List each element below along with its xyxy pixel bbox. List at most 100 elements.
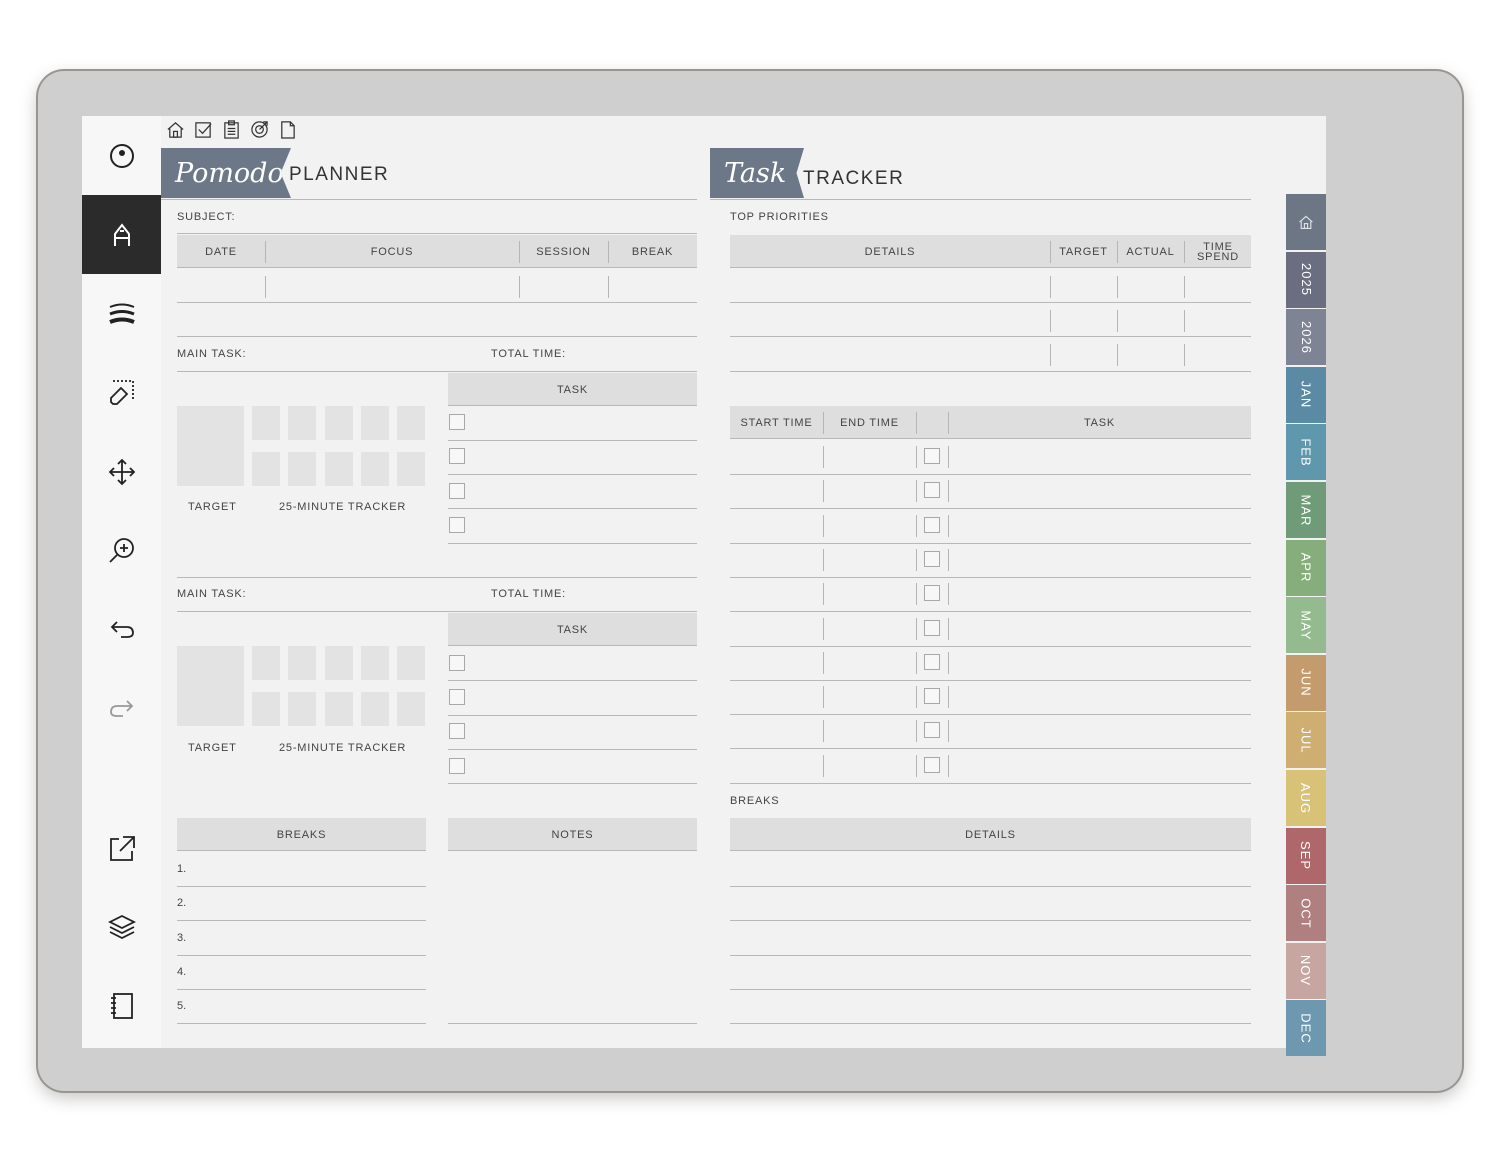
list-item[interactable] [730, 886, 1251, 887]
redo-icon[interactable] [82, 669, 161, 748]
list-item[interactable] [177, 955, 426, 956]
tracker-cell[interactable] [252, 646, 280, 680]
task-checkbox[interactable] [449, 655, 465, 671]
undo-icon[interactable] [82, 590, 161, 669]
list-item[interactable] [448, 680, 697, 681]
table-row[interactable] [730, 542, 1251, 544]
task-checkbox[interactable] [449, 483, 465, 499]
stroke-width-icon[interactable] [82, 274, 161, 353]
task-checkbox[interactable] [924, 619, 940, 636]
tracker-cell[interactable] [397, 646, 425, 680]
tab-oct[interactable]: OCT [1286, 885, 1326, 942]
target-box[interactable] [177, 406, 244, 486]
notes-area[interactable] [448, 1023, 697, 1024]
tab-nov[interactable]: NOV [1286, 942, 1326, 999]
table-row[interactable] [730, 782, 1251, 784]
tracker-cell[interactable] [397, 692, 425, 726]
clipboard-icon[interactable] [222, 120, 241, 139]
list-item[interactable] [730, 955, 1251, 956]
tracker-cell[interactable] [325, 646, 353, 680]
task-checkbox[interactable] [449, 448, 465, 464]
pen-icon[interactable] [82, 195, 161, 274]
tracker-cell[interactable] [361, 406, 389, 440]
task-checkbox[interactable] [924, 653, 940, 670]
tracker-cell[interactable] [288, 646, 316, 680]
list-item[interactable] [448, 508, 697, 509]
list-item[interactable] [177, 1023, 426, 1024]
tab-2025[interactable]: 2025 [1286, 251, 1326, 308]
task-checkbox[interactable] [924, 516, 940, 533]
task-checkbox[interactable] [449, 689, 465, 705]
task-checkbox[interactable] [924, 482, 940, 499]
tab-sep[interactable]: SEP [1286, 827, 1326, 884]
task-checkbox[interactable] [924, 550, 940, 567]
tab-mar[interactable]: MAR [1286, 482, 1326, 538]
task-checkbox[interactable] [924, 448, 940, 464]
task-checkbox[interactable] [924, 585, 940, 602]
checkbox-icon[interactable] [194, 120, 213, 139]
table-row[interactable] [730, 576, 1251, 578]
tab-apr[interactable]: APR [1286, 539, 1326, 596]
tracker-cell[interactable] [361, 452, 389, 486]
task-checkbox[interactable] [924, 756, 940, 773]
tab-feb[interactable]: FEB [1286, 424, 1326, 481]
tracker-cell[interactable] [325, 692, 353, 726]
target-box[interactable] [177, 646, 244, 726]
zoom-icon[interactable] [82, 511, 161, 590]
layers-icon[interactable] [82, 887, 161, 966]
tab-aug[interactable]: AUG [1286, 770, 1326, 826]
table-row[interactable] [730, 302, 1251, 303]
list-item[interactable] [730, 989, 1251, 990]
task-checkbox[interactable] [924, 688, 940, 705]
tracker-cell[interactable] [361, 692, 389, 726]
table-row[interactable] [177, 302, 697, 303]
tab-home[interactable] [1286, 194, 1326, 250]
table-row[interactable] [730, 371, 1251, 372]
list-item[interactable] [448, 715, 697, 716]
circle-menu-icon[interactable] [82, 116, 161, 195]
tracker-cell[interactable] [252, 406, 280, 440]
tab-2026[interactable]: 2026 [1286, 309, 1326, 366]
table-row[interactable] [730, 748, 1251, 750]
table-row[interactable] [730, 714, 1251, 716]
list-item[interactable] [730, 1023, 1251, 1024]
notebook-icon[interactable] [82, 966, 161, 1045]
tracker-cell[interactable] [361, 646, 389, 680]
table-row[interactable] [730, 679, 1251, 681]
list-item[interactable] [448, 474, 697, 475]
eraser-icon[interactable] [82, 353, 161, 432]
tracker-cell[interactable] [288, 692, 316, 726]
task-checkbox[interactable] [924, 722, 940, 739]
tracker-cell[interactable] [325, 406, 353, 440]
tab-dec[interactable]: DEC [1286, 1000, 1326, 1057]
tracker-cell[interactable] [288, 406, 316, 440]
table-row[interactable] [730, 645, 1251, 647]
list-item[interactable] [177, 920, 426, 921]
tracker-cell[interactable] [397, 406, 425, 440]
list-item[interactable] [730, 920, 1251, 921]
tab-may[interactable]: MAY [1286, 597, 1326, 654]
table-row[interactable] [730, 508, 1251, 510]
tab-jun[interactable]: JUN [1286, 654, 1326, 711]
tracker-cell[interactable] [325, 452, 353, 486]
target-icon[interactable] [250, 120, 269, 139]
tracker-cell[interactable] [252, 452, 280, 486]
list-item[interactable] [448, 440, 697, 441]
list-item[interactable] [448, 543, 697, 544]
export-icon[interactable] [82, 808, 161, 887]
list-item[interactable] [177, 989, 426, 990]
table-row[interactable] [730, 474, 1251, 475]
home-icon[interactable] [166, 120, 185, 139]
list-item[interactable] [448, 749, 697, 750]
list-item[interactable] [448, 783, 697, 784]
tracker-cell[interactable] [252, 692, 280, 726]
task-checkbox[interactable] [449, 758, 465, 774]
page-icon[interactable] [278, 120, 297, 139]
tab-jul[interactable]: JUL [1286, 712, 1326, 769]
task-checkbox[interactable] [449, 414, 465, 430]
task-checkbox[interactable] [449, 723, 465, 739]
tab-jan[interactable]: JAN [1286, 366, 1326, 423]
table-row[interactable] [730, 611, 1251, 613]
move-icon[interactable] [82, 432, 161, 511]
task-checkbox[interactable] [449, 517, 465, 533]
